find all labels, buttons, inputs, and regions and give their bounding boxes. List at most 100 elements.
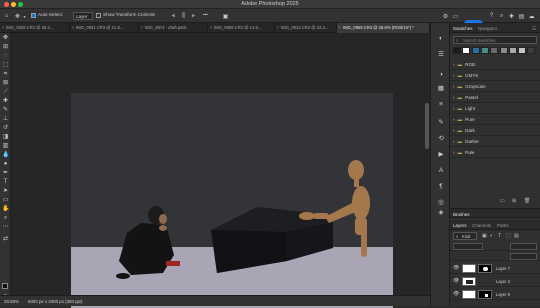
- close-tab-icon[interactable]: ×: [2, 23, 4, 33]
- more-tools-icon[interactable]: ⋯: [2, 224, 9, 231]
- align-left-icon[interactable]: ⫷: [170, 13, 177, 20]
- blur-tool-icon[interactable]: 💧: [2, 152, 9, 159]
- image-canvas[interactable]: [71, 93, 393, 308]
- swatch-folder[interactable]: › ▬ Darker: [450, 136, 540, 147]
- properties-icon[interactable]: ≡: [437, 101, 445, 109]
- frame-icon[interactable]: ▭: [452, 13, 459, 20]
- tab-channels[interactable]: Channels: [472, 223, 491, 228]
- lasso-tool-icon[interactable]: ◌: [2, 53, 9, 60]
- swatch-chip[interactable]: [499, 47, 508, 54]
- eraser-icon[interactable]: ◨: [2, 134, 9, 141]
- close-tab-icon[interactable]: ×: [339, 23, 341, 33]
- swatch-chip[interactable]: [518, 47, 527, 54]
- filter-smart-icon[interactable]: ▤: [514, 233, 519, 239]
- layer-comps-icon[interactable]: ◈: [437, 209, 445, 217]
- filter-pixel-icon[interactable]: ▣: [482, 233, 487, 239]
- crop-tool-icon[interactable]: ⌗: [2, 71, 9, 78]
- tab-layers[interactable]: Layers: [453, 223, 467, 228]
- healing-brush-icon[interactable]: ✚: [2, 98, 9, 105]
- search-icon[interactable]: ⌕: [498, 13, 505, 20]
- swatch-folder[interactable]: › ▬ CMYK: [450, 70, 540, 81]
- visibility-eye-icon[interactable]: 👁: [453, 278, 459, 284]
- swatch-folder[interactable]: › ▬ Pale: [450, 147, 540, 158]
- frame-tool-icon[interactable]: ⊠: [2, 80, 9, 87]
- filter-type-icon[interactable]: T: [498, 233, 501, 239]
- libraries-icon[interactable]: ▦: [437, 85, 445, 93]
- artboard-tool-icon[interactable]: ⊞: [2, 44, 9, 51]
- hand-tool-icon[interactable]: ✋: [2, 206, 9, 213]
- swatch-folder[interactable]: › ▬ Grayscale: [450, 81, 540, 92]
- path-select-icon[interactable]: ➤: [2, 188, 9, 195]
- close-tab-icon[interactable]: ×: [277, 23, 279, 33]
- gift-icon[interactable]: ✚: [508, 13, 515, 20]
- zoom-level[interactable]: 28.59%: [4, 299, 19, 304]
- layer-row[interactable]: 👁 Layer 9: [450, 288, 540, 300]
- swatch-chip[interactable]: [508, 47, 517, 54]
- object-select-icon[interactable]: ⬚: [2, 62, 9, 69]
- document-tab[interactable]: × IMG_0926.CR3 @ 28.2...: [0, 23, 70, 33]
- move-tool-icon[interactable]: ✥: [14, 13, 21, 20]
- opacity-field[interactable]: [510, 243, 537, 250]
- new-swatch-icon[interactable]: ⊞: [512, 198, 516, 204]
- filter-adjustment-icon[interactable]: ◐: [490, 233, 493, 239]
- swatch-folder[interactable]: › ▬ RGB: [450, 59, 540, 70]
- document-tab[interactable]: × IMG_9874 - draft.psdc: [139, 23, 208, 33]
- filter-shape-icon[interactable]: ⬚: [506, 233, 511, 239]
- tab-paths[interactable]: Paths: [497, 223, 509, 228]
- close-tab-icon[interactable]: ×: [141, 23, 143, 33]
- home-icon[interactable]: ⌂: [3, 13, 10, 20]
- delete-swatch-icon[interactable]: 🗑: [524, 198, 530, 204]
- document-workspace[interactable]: [11, 33, 430, 308]
- vertical-scrollbar[interactable]: [425, 103, 429, 149]
- foreground-color-swatch[interactable]: [2, 283, 8, 289]
- gradient-icon[interactable]: ▥: [2, 143, 9, 150]
- move-tool-icon[interactable]: ✥: [2, 35, 9, 42]
- tab-navigator[interactable]: Navigator: [478, 26, 497, 31]
- document-tab[interactable]: × IMG_0906.CR3 @ 13.6...: [208, 23, 275, 33]
- blend-mode-dropdown[interactable]: [453, 243, 483, 250]
- swatch-chip[interactable]: [471, 47, 480, 54]
- document-tab[interactable]: × IMG_0931.CR3 @ 21.8...: [70, 23, 139, 33]
- swatch-chip[interactable]: [490, 47, 499, 54]
- layer-filter-dropdown[interactable]: ⌕ Kind: [453, 232, 477, 240]
- character-icon[interactable]: ¶: [437, 183, 445, 191]
- document-tab-active[interactable]: × IMG_0959.CR3 @ 28.6% (RGB/16*) *: [337, 23, 430, 33]
- rectangle-tool-icon[interactable]: ▭: [2, 197, 9, 204]
- dodge-tool-icon[interactable]: ●: [2, 161, 9, 168]
- tab-brushes[interactable]: Brushes: [453, 212, 470, 217]
- show-transform-checkbox[interactable]: [96, 13, 101, 18]
- swatch-folder[interactable]: › ▬ Light: [450, 103, 540, 114]
- fill-field[interactable]: [510, 253, 537, 260]
- adjust-icon[interactable]: ☰: [437, 51, 445, 59]
- history-brush-icon[interactable]: ↺: [2, 125, 9, 132]
- tab-swatches[interactable]: Swatches: [453, 26, 473, 31]
- new-group-icon[interactable]: ▭: [500, 198, 505, 204]
- channels-icon[interactable]: ◎: [437, 199, 445, 207]
- type-tool-icon[interactable]: T: [2, 179, 9, 186]
- more-options-button[interactable]: •••: [203, 12, 208, 17]
- visibility-eye-icon[interactable]: 👁: [453, 291, 459, 297]
- eyedropper-icon[interactable]: ⟋: [2, 89, 9, 96]
- document-tab[interactable]: × IMG_0912.CR3 @ 33.3...: [275, 23, 337, 33]
- help-icon[interactable]: ?: [488, 13, 495, 20]
- swatch-folder[interactable]: › ▬ Pure: [450, 114, 540, 125]
- history-icon[interactable]: ⟲: [437, 135, 445, 143]
- chevron-down-icon[interactable]: ▾: [21, 13, 28, 20]
- panel-menu-icon[interactable]: ☰: [532, 26, 536, 32]
- clone-stamp-icon[interactable]: ⊥: [2, 116, 9, 123]
- auto-select-dropdown[interactable]: Layer: [73, 11, 93, 20]
- actions-icon[interactable]: ▶: [437, 151, 445, 159]
- cloud-icon[interactable]: ☁: [528, 13, 535, 20]
- layer-row[interactable]: 👁 Layer 7: [450, 262, 540, 274]
- swatch-chip[interactable]: [462, 47, 471, 54]
- swatch-chip[interactable]: [453, 47, 461, 54]
- swatch-search-field[interactable]: ⌕ Search Swatches: [453, 36, 537, 44]
- layer-row[interactable]: 👁 Layer 3: [450, 275, 540, 287]
- swatch-folder[interactable]: › ▬ Pastel: [450, 92, 540, 103]
- workspace-icon[interactable]: ▤: [518, 13, 525, 20]
- color-wheel-icon[interactable]: ◐: [437, 35, 445, 43]
- visibility-eye-icon[interactable]: 👁: [453, 265, 459, 271]
- settings-icon[interactable]: ⚙: [442, 13, 449, 20]
- close-tab-icon[interactable]: ×: [72, 23, 74, 33]
- swatch-chip[interactable]: [480, 47, 489, 54]
